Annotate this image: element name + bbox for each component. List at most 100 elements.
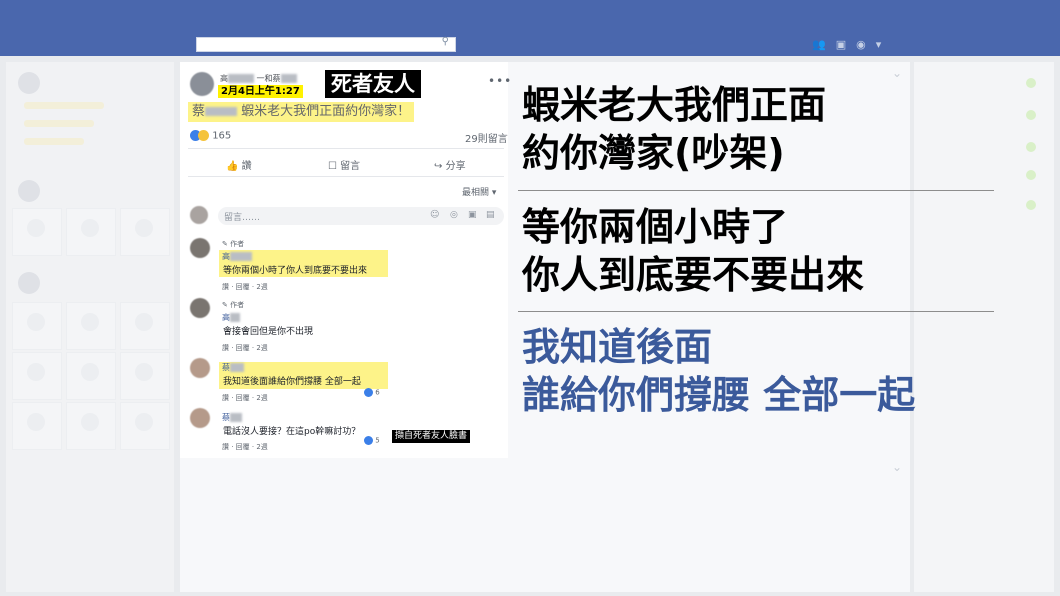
like-count: 6 <box>375 388 380 397</box>
photo-icon <box>18 180 40 202</box>
notifications-icon[interactable]: ◉ <box>856 38 866 51</box>
account-menu-icon[interactable]: ▾ <box>876 38 882 51</box>
sort-label: 最相關 <box>462 188 490 198</box>
comment-text: 等你兩個小時了你人到底要不要出來 <box>223 266 368 276</box>
friend-thumbnail <box>66 302 116 350</box>
online-dot <box>1026 142 1036 152</box>
caption-line: 約你灣家(吵架) <box>522 131 785 175</box>
emoji-icon[interactable]: ☺ <box>430 210 439 220</box>
comment-sort-dropdown[interactable]: 最相關 ▾ <box>462 185 496 198</box>
author-badge: ✎ 作者 <box>222 240 245 248</box>
search-input[interactable]: ⚲ <box>196 36 456 52</box>
caption-line: 誰給你們撐腰 全部一起 <box>522 373 916 417</box>
photo-thumbnail <box>66 208 116 256</box>
blurred-name <box>230 413 242 422</box>
comment-button[interactable]: ☐ 留言 <box>328 157 360 172</box>
comment-text: 電話沒人要接？在這po幹嘛討功？ <box>223 427 361 437</box>
source-label: 死者友人 <box>325 70 421 98</box>
share-button[interactable]: ↪ 分享 <box>434 157 466 172</box>
friend-thumbnail <box>120 352 170 400</box>
search-icon[interactable]: ⚲ <box>442 36 449 47</box>
comment-actions[interactable]: 讚 · 回覆 · 2週 <box>222 442 268 452</box>
chevron-down-icon[interactable]: ⌄ <box>892 460 902 474</box>
comment-input[interactable]: 留言…… ☺ ◎ ▣ ▤ <box>218 207 504 225</box>
friends-section-icon <box>18 272 40 294</box>
reaction-count: 165 <box>212 130 232 142</box>
avatar[interactable] <box>190 408 210 428</box>
post-author-names[interactable]: 高 一和蔡 <box>220 73 297 84</box>
photo-thumbnail <box>12 208 62 256</box>
comment-actions[interactable]: 讚 · 回覆 · 2週 <box>222 393 268 403</box>
comment-author-name[interactable]: 高 <box>222 252 230 261</box>
friend-thumbnail <box>120 302 170 350</box>
reaction-summary[interactable]: 165 <box>190 130 231 142</box>
comment-author[interactable]: 蔡 <box>222 362 244 373</box>
sidebar-placeholder <box>24 120 94 127</box>
comment-actions[interactable]: 讚 · 回覆 · 2週 <box>222 343 268 353</box>
like-button[interactable]: 👍 讚 <box>226 157 252 172</box>
comment-placeholder: 留言…… <box>224 213 261 223</box>
comment-like-count[interactable]: 5 <box>364 436 380 445</box>
caption-line: 我知道後面 <box>522 325 713 369</box>
comment-icon: ☐ <box>328 161 337 172</box>
messages-icon[interactable]: ▣ <box>836 38 846 51</box>
author-name[interactable]: 高 <box>220 74 228 83</box>
friend-thumbnail <box>12 302 62 350</box>
like-count: 5 <box>375 436 380 445</box>
comment-author[interactable]: 蔡 <box>222 412 242 423</box>
blurred-name <box>230 252 252 261</box>
comment-like-count[interactable]: 6 <box>364 388 380 397</box>
author-badge-label: 作者 <box>230 240 245 248</box>
caption-divider <box>518 311 994 312</box>
online-dot <box>1026 110 1036 120</box>
friend-thumbnail <box>12 402 62 450</box>
photo-thumbnail <box>120 208 170 256</box>
mentioned-name[interactable]: 蔡 <box>192 104 205 119</box>
sticker-icon[interactable]: ▤ <box>486 210 495 220</box>
comment-author[interactable]: 高 <box>222 251 252 262</box>
wow-reaction-icon <box>198 130 209 141</box>
friends-icon[interactable]: 👥 <box>812 38 826 51</box>
author-badge-label: 作者 <box>230 301 245 309</box>
tagged-names[interactable]: 一和蔡 <box>257 74 281 83</box>
chevron-down-icon[interactable]: ⌄ <box>892 66 902 80</box>
caret-down-icon: ▾ <box>491 188 497 198</box>
comment-author-name[interactable]: 蔡 <box>222 363 230 372</box>
online-dot <box>1026 170 1036 180</box>
share-icon: ↪ <box>434 161 443 172</box>
avatar <box>190 206 208 224</box>
like-reaction-icon <box>364 388 373 397</box>
thumbs-up-icon: 👍 <box>226 161 239 172</box>
friend-thumbnail <box>66 402 116 450</box>
online-dot <box>1026 200 1036 210</box>
avatar[interactable] <box>190 298 210 318</box>
divider <box>188 148 504 149</box>
camera-icon[interactable]: ◎ <box>450 210 458 220</box>
comment-actions[interactable]: 讚 · 回覆 · 2週 <box>222 282 268 292</box>
avatar[interactable] <box>190 358 210 378</box>
comment-author-name[interactable]: 蔡 <box>222 413 230 422</box>
avatar[interactable] <box>190 238 210 258</box>
avatar[interactable] <box>190 72 214 96</box>
friend-thumbnail <box>120 402 170 450</box>
blurred-name <box>230 313 240 322</box>
left-sidebar <box>6 62 174 592</box>
comment-author[interactable]: 高 <box>222 312 240 323</box>
post-date[interactable]: 2月4日上午1:27 <box>218 85 303 98</box>
sidebar-placeholder <box>24 102 104 109</box>
caption-line: 等你兩個小時了 <box>522 205 789 249</box>
blurred-name <box>280 74 297 83</box>
like-label: 讚 <box>241 161 252 172</box>
gif-icon[interactable]: ▣ <box>468 210 477 220</box>
top-navigation-bar <box>0 0 1060 56</box>
comment-text: 我知道後面誰給你們撐腰 全部一起 <box>223 377 361 387</box>
caption-line: 你人到底要不要出來 <box>522 253 865 297</box>
friend-thumbnail <box>12 352 62 400</box>
caption-divider <box>518 190 994 191</box>
comment-author-name[interactable]: 高 <box>222 313 230 322</box>
comment-count[interactable]: 29則留言 <box>465 130 508 145</box>
top-icons: 👥 ▣ ◉ ▾ <box>812 38 881 51</box>
friend-thumbnail <box>66 352 116 400</box>
comment-text: 會接會回但是你不出現 <box>223 327 314 337</box>
more-options-icon[interactable]: ••• <box>488 74 512 88</box>
